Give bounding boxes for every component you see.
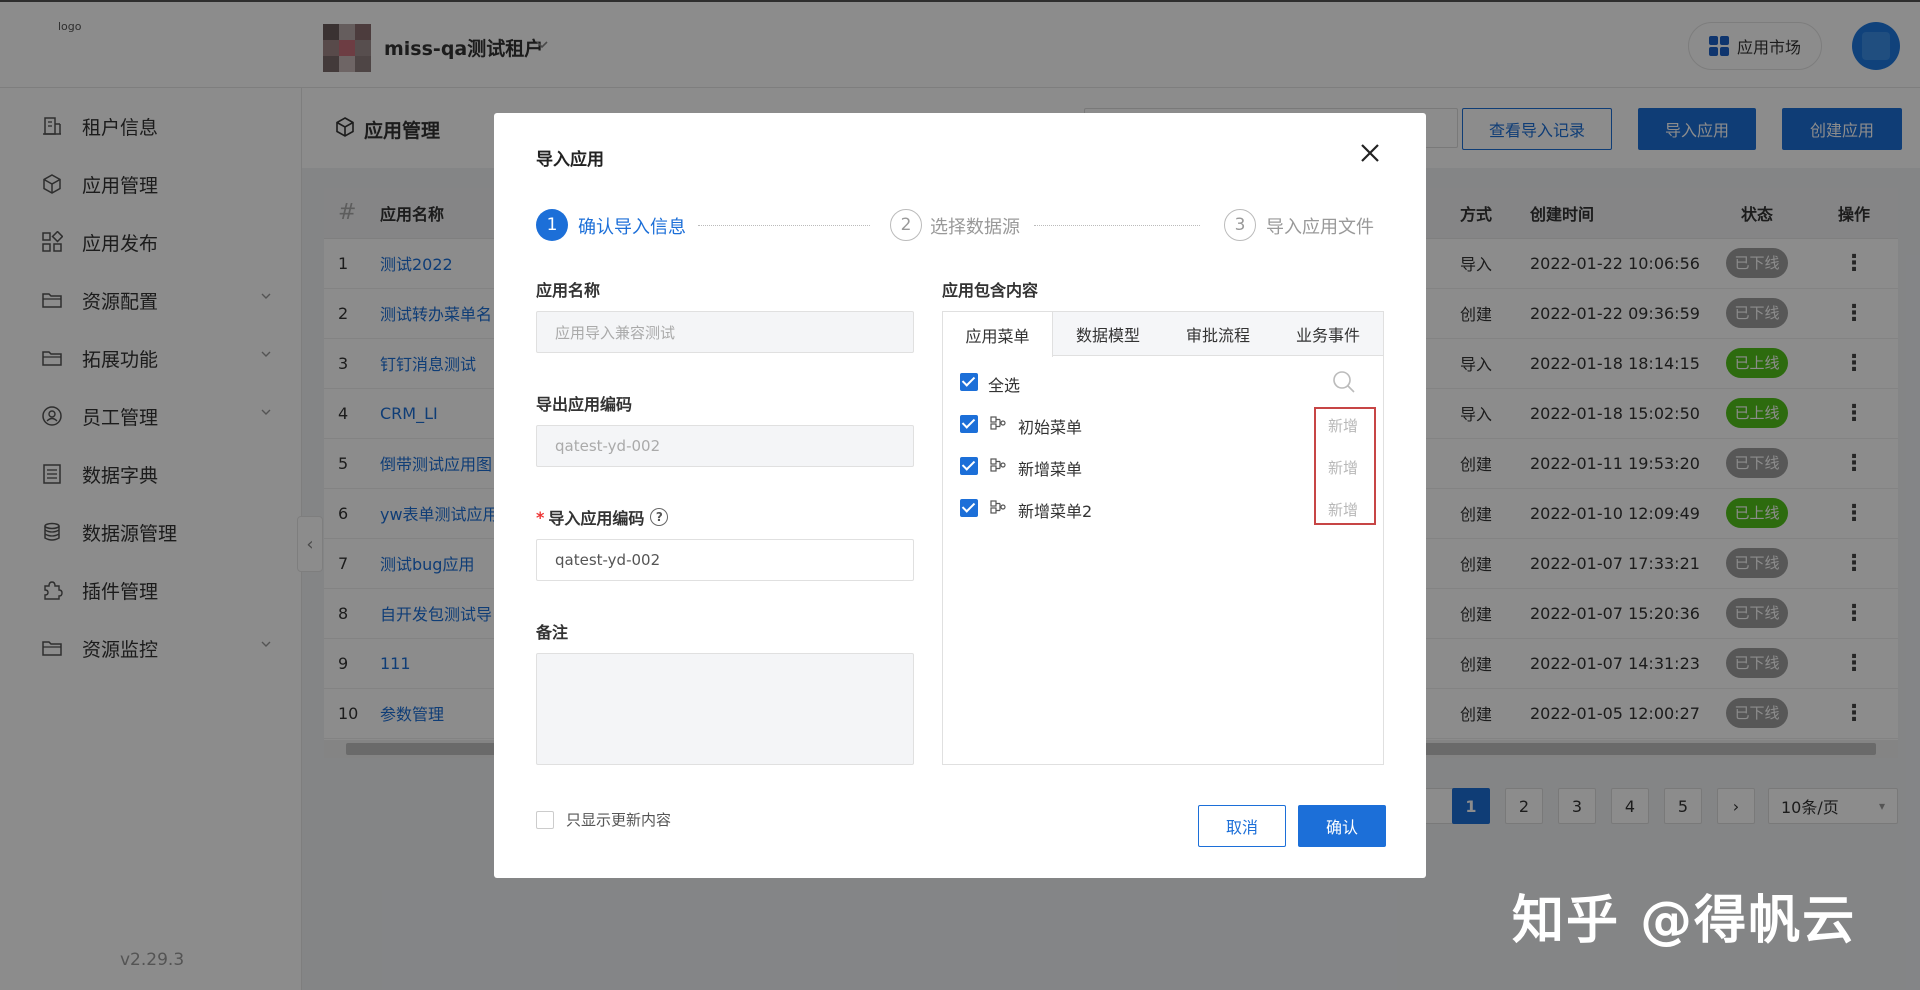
step-3-indicator: 3	[1224, 209, 1256, 241]
search-icon[interactable]	[1332, 370, 1355, 393]
cancel-button[interactable]: 取消	[1198, 805, 1286, 847]
tab-app-menu[interactable]: 应用菜单	[943, 312, 1053, 357]
content-label: 应用包含内容	[942, 281, 1039, 300]
import-app-dialog: 导入应用 1 确认导入信息 2 选择数据源 3 导入应用文件 应用名称 应用导入…	[494, 113, 1426, 878]
annotation-highlight-box	[1314, 407, 1376, 525]
only-updates-label: 只显示更新内容	[566, 811, 672, 829]
select-all-checkbox[interactable]	[960, 373, 978, 391]
import-code-label: 导入应用编码	[548, 509, 645, 528]
select-all-label: 全选	[988, 376, 1021, 395]
remark-label: 备注	[536, 623, 569, 642]
step-connector	[1034, 225, 1200, 226]
step-3-label: 导入应用文件	[1266, 217, 1374, 238]
menu-tree-icon	[990, 457, 1006, 477]
tab-data-model[interactable]: 数据模型	[1053, 312, 1163, 356]
step-2-label: 选择数据源	[930, 217, 1020, 238]
menu-item-label: 新增菜单	[1018, 460, 1083, 479]
app-name-field: 应用导入兼容测试	[536, 311, 914, 353]
menu-item-checkbox[interactable]	[960, 415, 978, 433]
dialog-title: 导入应用	[536, 150, 604, 170]
menu-tree-icon	[990, 415, 1006, 435]
tab-business-events[interactable]: 业务事件	[1273, 312, 1383, 356]
export-code-field: qatest-yd-002	[536, 425, 914, 467]
watermark: 知乎 @得帆云	[1512, 891, 1857, 951]
menu-item-label: 新增菜单2	[1018, 502, 1093, 521]
menu-item-checkbox[interactable]	[960, 457, 978, 475]
step-2-indicator: 2	[890, 209, 922, 241]
step-1-indicator: 1	[536, 209, 568, 241]
step-1-label: 确认导入信息	[578, 217, 686, 238]
required-marker: *	[536, 507, 545, 527]
confirm-button[interactable]: 确认	[1298, 805, 1386, 847]
only-updates-checkbox[interactable]	[536, 811, 554, 829]
import-code-field[interactable]: qatest-yd-002	[536, 539, 914, 581]
menu-tree-icon	[990, 499, 1006, 519]
content-tabs: 应用菜单 数据模型 审批流程 业务事件	[943, 312, 1383, 357]
menu-item-label: 初始菜单	[1018, 418, 1083, 437]
close-icon[interactable]	[1356, 139, 1384, 167]
export-code-label: 导出应用编码	[536, 395, 633, 414]
help-icon[interactable]: ?	[650, 508, 669, 526]
remark-textarea[interactable]	[536, 653, 914, 765]
tab-approval-flow[interactable]: 审批流程	[1163, 312, 1273, 356]
app-name-label: 应用名称	[536, 281, 601, 300]
import-code-label-row: * 导入应用编码 ?	[536, 505, 669, 529]
step-connector	[698, 225, 870, 226]
menu-item-checkbox[interactable]	[960, 499, 978, 517]
